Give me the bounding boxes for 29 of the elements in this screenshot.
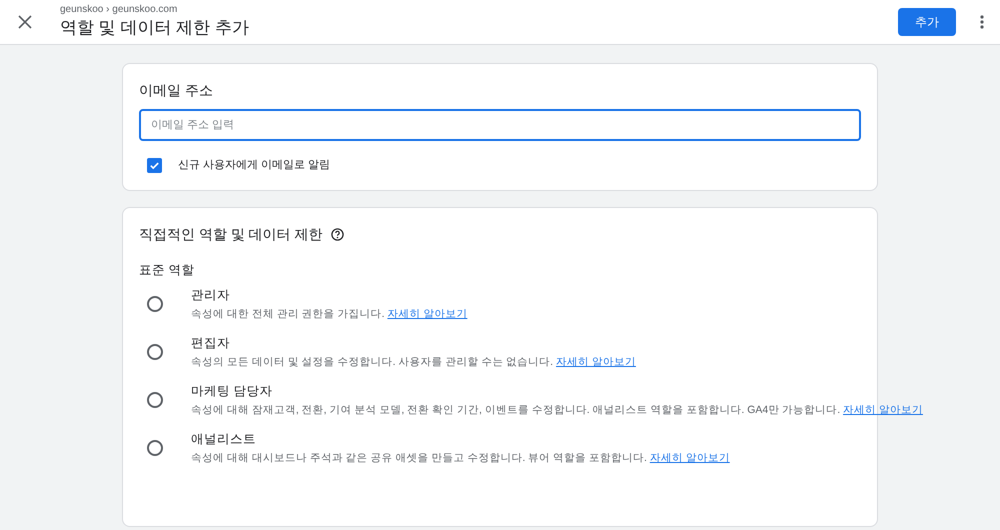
role-name: 편집자 bbox=[191, 335, 231, 352]
learn-more-link[interactable]: 자세히 알아보기 bbox=[556, 356, 636, 368]
role-radio-button[interactable] bbox=[147, 392, 163, 408]
page-title: 역할 및 데이터 제한 추가 bbox=[60, 17, 250, 39]
role-name: 마케팅 담당자 bbox=[191, 383, 274, 400]
role-radio-button[interactable] bbox=[147, 296, 163, 312]
checkbox-label: 신규 사용자에게 이메일로 알림 bbox=[178, 158, 330, 173]
role-description: 속성의 모든 데이터 및 설정을 수정합니다. 사용자를 관리할 수는 없습니다. 자세히 알아보기 bbox=[191, 355, 636, 370]
card-title: 이메일 주소 bbox=[139, 81, 214, 100]
notify-checkbox[interactable] bbox=[147, 158, 162, 173]
role-description: 속성에 대해 대시보드나 주석과 같은 공유 애셋을 만들고 수정합니다. 뷰어 역할을 포함합니다. 자세히 알아보기 bbox=[191, 451, 730, 466]
role-radio-button[interactable] bbox=[147, 440, 163, 456]
role-radio-button[interactable] bbox=[147, 344, 163, 360]
breadcrumb: geunskoo › geunskoo.com bbox=[60, 4, 178, 16]
email-input-field[interactable]: 이메일 주소 입력 bbox=[139, 109, 861, 141]
close-icon[interactable] bbox=[18, 15, 32, 29]
check-icon bbox=[149, 160, 160, 171]
help-icon[interactable] bbox=[330, 228, 344, 240]
role-name: 관리자 bbox=[191, 287, 231, 304]
more-options-icon[interactable] bbox=[980, 15, 984, 29]
card-title: 직접적인 역할 및 데이터 제한 bbox=[139, 224, 323, 244]
add-button[interactable]: 추가 bbox=[898, 8, 956, 36]
role-description: 속성에 대해 잠재고객, 전환, 기여 분석 모델, 전환 확인 기간, 이벤트를 수정합니다. 애널리스트 역할을 포함합니다. GA4만 가능합니다. 자세히 알아보기 bbox=[191, 403, 923, 418]
learn-more-link[interactable]: 자세히 알아보기 bbox=[650, 452, 730, 464]
learn-more-link[interactable]: 자세히 알아보기 bbox=[387, 308, 468, 320]
learn-more-link[interactable]: 자세히 알아보기 bbox=[843, 404, 923, 416]
role-name: 애널리스트 bbox=[191, 431, 257, 448]
section-heading: 표준 역할 bbox=[139, 262, 196, 278]
role-description: 속성에 대한 전체 관리 권한을 가집니다. 자세히 알아보기 bbox=[191, 307, 468, 322]
